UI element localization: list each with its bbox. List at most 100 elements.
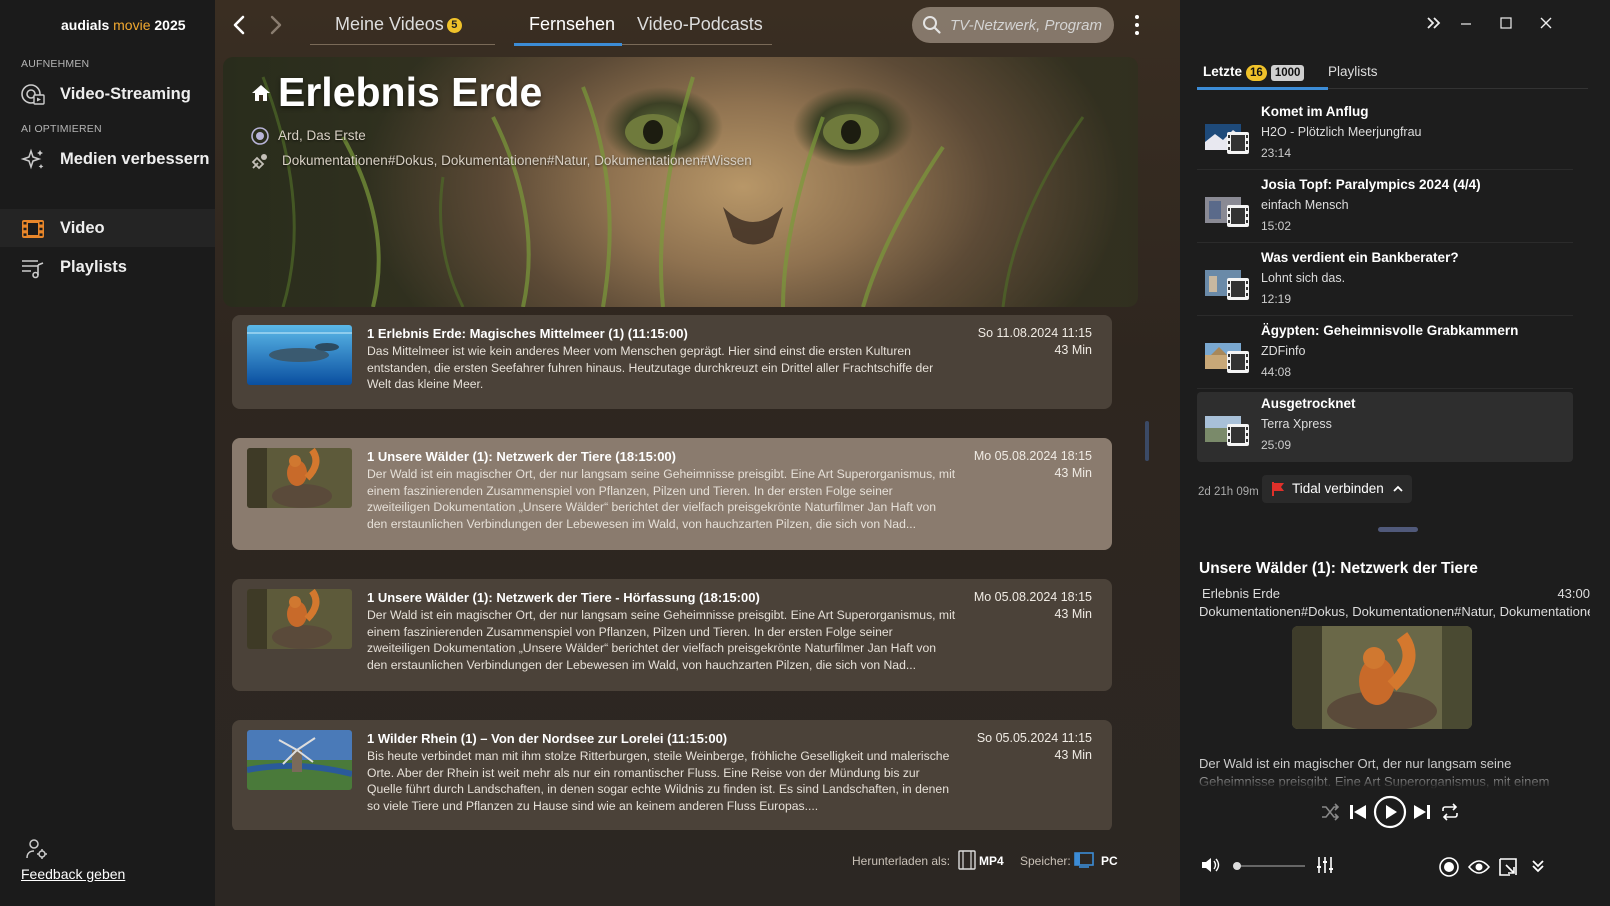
search-box[interactable] [912,7,1114,43]
tab-recent[interactable]: Letzte 16 1000 [1203,64,1305,81]
previous-track-icon[interactable] [1348,803,1368,821]
tidal-connect-label: Tidal verbinden [1292,481,1384,496]
tab-label: Meine Videos [335,14,444,34]
recent-count-badge: 16 [1246,65,1267,81]
recent-item-duration: 44:08 [1261,365,1292,379]
episode-description: Der Wald ist ein magischer Ort, der nur … [367,467,956,531]
maximize-icon[interactable] [1495,12,1517,34]
play-icon[interactable] [1373,795,1407,829]
episode-card[interactable]: 1 Erlebnis Erde: Magisches Mittelmeer (1… [232,315,1112,409]
section-label-ai: AI OPTIMIEREN [21,123,102,135]
tab-tv[interactable]: Fernsehen [529,14,615,35]
recent-item-duration: 23:14 [1261,146,1292,160]
sidebar-item-playlists[interactable]: Playlists [0,248,215,286]
now-playing-title: Unsere Wälder (1): Netzwerk der Tiere [1199,560,1478,577]
sidebar-item-video[interactable]: Video [0,209,215,247]
episode-duration: 43 Min [1054,607,1092,621]
episode-title: 1 Erlebnis Erde: Magisches Mittelmeer (1… [367,326,688,341]
feedback-link[interactable]: Feedback geben [21,866,125,882]
episode-description: Bis heute verbindet man mit ihm stolze R… [367,749,950,813]
main-content: Meine Videos5 Fernsehen Video-Podcasts [215,0,1180,906]
now-playing-duration: 43:00 [1557,586,1590,601]
brand-name: audials [61,17,114,33]
recent-item[interactable]: Was verdient ein Bankberater? Lohnt sich… [1197,246,1573,316]
more-options-icon[interactable] [1132,12,1142,38]
tab-my-videos[interactable]: Meine Videos 5 [335,14,462,35]
episode-date: So 11.08.2024 11:15 [977,326,1092,340]
next-track-icon[interactable] [1412,803,1432,821]
recent-item[interactable]: Josia Topf: Paralympics 2024 (4/4) einfa… [1197,173,1573,243]
app-window: audials movie 2025 AUFNEHMEN Video-Strea… [0,0,1610,906]
list-scrollbar[interactable] [1145,421,1149,461]
repeat-icon[interactable] [1440,803,1460,821]
recent-item-title: Was verdient ein Bankberater? [1261,250,1459,265]
picture-in-picture-icon[interactable] [1498,857,1518,877]
recent-item-series: einfach Mensch [1261,198,1349,212]
double-chevron-down-icon[interactable] [1530,858,1546,874]
volume-slider-knob[interactable] [1233,862,1241,870]
minimize-icon[interactable] [1455,12,1477,34]
series-title: Erlebnis Erde [278,69,543,115]
series-categories: Dokumentationen#Dokus, Dokumentationen#N… [282,153,752,168]
tab-video-podcasts[interactable]: Video-Podcasts [637,14,763,35]
sidebar-item-label: Video [60,218,105,237]
playlist-icon [22,260,44,279]
new-count-badge: 5 [446,18,462,33]
tidal-connect-button[interactable]: Tidal verbinden [1262,475,1412,503]
download-as-label: Herunterladen als: [852,854,951,868]
forward-arrow-icon[interactable] [263,12,287,38]
episode-title: 1 Unsere Wälder (1): Netzwerk der Tiere … [367,449,676,464]
download-format[interactable]: MP4 [979,854,1004,868]
collapse-panel-icon[interactable] [1423,12,1445,34]
tab-playlists[interactable]: Playlists [1328,64,1378,79]
shuffle-icon[interactable] [1320,803,1340,821]
episode-duration: 43 Min [1054,343,1092,357]
film-format-icon[interactable] [958,850,976,870]
recent-item-duration: 15:02 [1261,219,1292,233]
home-icon[interactable] [251,83,271,103]
episode-card[interactable]: 1 Unsere Wälder (1): Netzwerk der Tiere … [232,579,1112,691]
channel-name: Ard, Das Erste [278,128,366,143]
episode-card-selected[interactable]: 1 Unsere Wälder (1): Netzwerk der Tiere … [232,438,1112,550]
volume-icon[interactable] [1200,856,1220,874]
panel-resize-handle[interactable] [1378,527,1418,532]
section-label-record: AUFNEHMEN [21,58,90,70]
sidebar-item-enhance-media[interactable]: Medien verbessern [0,140,215,178]
episode-thumbnail [247,730,352,790]
sidebar-item-label: Playlists [60,257,127,276]
series-hero-banner: Erlebnis Erde Ard, Das Erste Dokumentati… [223,57,1138,307]
sidebar-item-video-streaming[interactable]: Video-Streaming [0,75,215,113]
storage-target[interactable]: PC [1101,854,1118,868]
video-file-icon [1205,197,1249,227]
back-arrow-icon[interactable] [228,12,252,38]
sparkle-icon [20,148,44,170]
close-icon[interactable] [1535,12,1557,34]
eye-icon[interactable] [1468,858,1490,876]
equalizer-icon[interactable] [1316,856,1334,874]
streaming-record-icon [21,84,45,105]
recent-item-series: Lohnt sich das. [1261,271,1346,285]
episode-card[interactable]: 1 Wilder Rhein (1) – Von der Nordsee zur… [232,720,1112,830]
recent-item[interactable]: Ägypten: Geheimnisvolle Grabkammern ZDFi… [1197,319,1573,389]
episode-title: 1 Unsere Wälder (1): Netzwerk der Tiere … [367,590,760,605]
channel-icon [251,127,269,145]
episode-date: Mo 05.08.2024 18:15 [973,590,1092,604]
now-playing-categories: Dokumentationen#Dokus, Dokumentationen#N… [1199,604,1590,619]
right-panel: Letzte 16 1000 Playlists Komet im Anflug H… [1180,0,1610,906]
recent-item-series: Terra Xpress [1261,417,1332,431]
tab-active-indicator [514,43,622,46]
sidebar-item-label: Medien verbessern [60,149,210,168]
recent-total-badge: 1000 [1270,65,1305,81]
episode-description: Der Wald ist ein magischer Ort, der nur … [367,608,956,672]
recent-item-title: Josia Topf: Paralympics 2024 (4/4) [1261,177,1481,192]
search-input[interactable] [950,15,1108,35]
now-playing-description: Der Wald ist ein magischer Ort, der nur … [1199,756,1550,789]
volume-slider[interactable] [1233,862,1305,870]
video-file-icon [1205,416,1249,446]
episode-thumbnail [247,448,352,508]
recent-item[interactable]: Komet im Anflug H2O - Plötzlich Meerjung… [1197,100,1573,170]
record-icon[interactable] [1438,856,1460,878]
video-file-icon [1205,343,1249,373]
recent-item-selected[interactable]: Ausgetrocknet Terra Xpress 25:09 [1197,392,1573,462]
pc-storage-icon[interactable] [1074,852,1094,868]
